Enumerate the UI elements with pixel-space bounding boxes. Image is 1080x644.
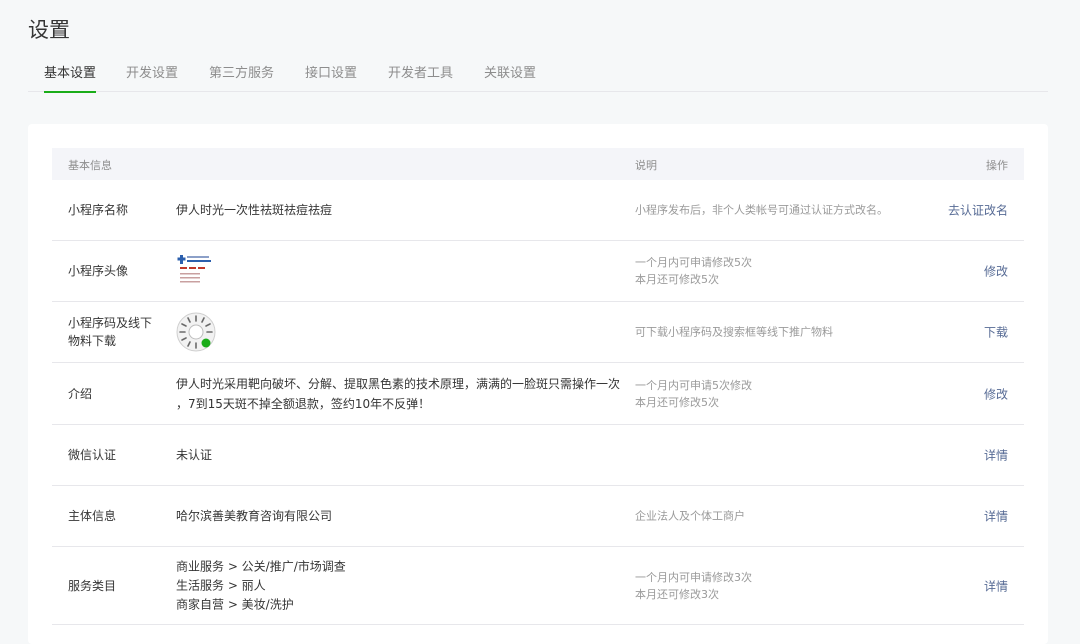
table-row: 主体信息 哈尔滨善美教育咨询有限公司 企业法人及个体工商户 详情 — [52, 486, 1024, 547]
desc-line: 本月还可修改5次 — [635, 273, 719, 286]
desc-line: 一个月内可申请修改5次 — [635, 256, 752, 269]
mini-program-name: 伊人时光一次性祛斑祛痘祛痘 — [176, 203, 333, 217]
page-title: 设置 — [28, 18, 70, 42]
row-label: 服务类目 — [68, 578, 117, 593]
download-link[interactable]: 下载 — [984, 324, 1008, 341]
tab-basic-settings[interactable]: 基本设置 — [44, 63, 97, 93]
settings-card: 基本信息 说明 操作 小程序名称 伊人时光一次性祛斑祛痘祛痘 小程序发布后，非个… — [28, 124, 1048, 644]
mini-program-code — [176, 312, 216, 352]
avatar-logo — [176, 252, 214, 290]
table-row: 小程序码及线下物料下载 可下载小程序码及搜索框等线下推广物料 下载 — [52, 302, 1024, 363]
row-label: 小程序头像 — [68, 264, 129, 278]
row-description: 一个月内可申请5次修改 本月还可修改5次 — [635, 377, 935, 411]
edit-avatar-link[interactable]: 修改 — [984, 263, 1008, 280]
service-categories: 商业服务 > 公关/推广/市场调查 生活服务 > 丽人 商家自营 > 美妆/洗护 — [176, 557, 626, 614]
row-description: 一个月内可申请修改3次 本月还可修改3次 — [635, 569, 935, 603]
table-header: 基本信息 说明 操作 — [52, 148, 1024, 180]
verification-status: 未认证 — [176, 448, 213, 462]
verify-rename-link[interactable]: 去认证改名 — [948, 202, 1008, 219]
row-description: 一个月内可申请修改5次 本月还可修改5次 — [635, 254, 935, 288]
table-row: 小程序名称 伊人时光一次性祛斑祛痘祛痘 小程序发布后，非个人类帐号可通过认证方式… — [52, 180, 1024, 241]
row-label: 小程序码及线下物料下载 — [68, 316, 153, 348]
edit-intro-link[interactable]: 修改 — [984, 385, 1008, 402]
row-description: 企业法人及个体工商户 — [635, 509, 745, 523]
desc-line: 一个月内可申请5次修改 — [635, 378, 752, 392]
header-description: 说明 — [635, 159, 657, 172]
category-item: 商业服务 > 公关/推广/市场调查 — [176, 559, 346, 573]
tab-dev-settings[interactable]: 开发设置 — [126, 63, 178, 92]
desc-line: 一个月内可申请修改3次 — [635, 570, 752, 584]
row-label: 微信认证 — [68, 448, 117, 462]
header-basic-info: 基本信息 — [68, 159, 112, 172]
table-row: 服务类目 商业服务 > 公关/推广/市场调查 生活服务 > 丽人 商家自营 > … — [52, 547, 1024, 625]
tab-third-party-services[interactable]: 第三方服务 — [209, 63, 274, 92]
table-row: 小程序头像 一个月内可申请修改5次 本月还可修改5次 修改 — [52, 241, 1024, 302]
header-action: 操作 — [986, 159, 1008, 172]
verification-details-link[interactable]: 详情 — [984, 447, 1008, 464]
entity-name: 哈尔滨善美教育咨询有限公司 — [176, 509, 333, 523]
row-description: 小程序发布后，非个人类帐号可通过认证方式改名。 — [635, 203, 888, 217]
tab-interface-settings[interactable]: 接口设置 — [305, 63, 357, 92]
category-item: 生活服务 > 丽人 — [176, 578, 266, 592]
table-row: 介绍 伊人时光采用靶向破坏、分解、提取黑色素的技术原理，满满的一脸斑只需操作一次… — [52, 363, 1024, 425]
tab-developer-tools[interactable]: 开发者工具 — [388, 63, 453, 92]
category-item: 商家自营 > 美妆/洗护 — [176, 597, 294, 611]
tab-related-settings[interactable]: 关联设置 — [484, 63, 536, 92]
row-label: 介绍 — [68, 386, 93, 401]
desc-line: 本月还可修改3次 — [635, 587, 719, 601]
row-label: 小程序名称 — [68, 203, 129, 217]
settings-tabs: 基本设置 开发设置 第三方服务 接口设置 开发者工具 关联设置 — [28, 63, 1048, 93]
row-description: 可下载小程序码及搜索框等线下推广物料 — [635, 325, 833, 339]
table-row: 微信认证 未认证 详情 — [52, 425, 1024, 486]
row-label: 主体信息 — [68, 509, 117, 523]
entity-details-link[interactable]: 详情 — [984, 508, 1008, 525]
intro-text: 伊人时光采用靶向破坏、分解、提取黑色素的技术原理，满满的一脸斑只需操作一次 ，7… — [176, 376, 621, 411]
desc-line: 本月还可修改5次 — [635, 395, 719, 409]
categories-details-link[interactable]: 详情 — [984, 577, 1008, 594]
